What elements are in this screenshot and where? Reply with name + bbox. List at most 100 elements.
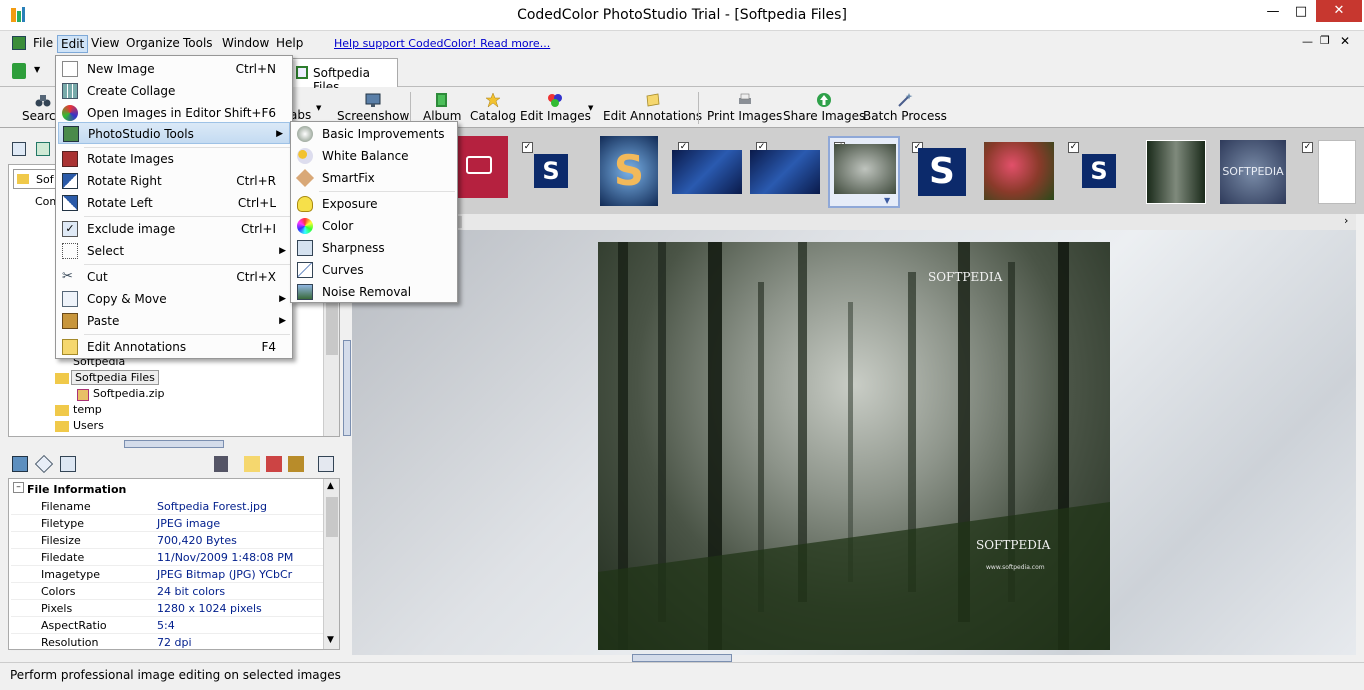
menu-item-open-in-editor[interactable]: Open Images in Editor Shift+F6 <box>56 102 292 124</box>
menu-item-label: Paste <box>87 314 120 328</box>
submenu-item-sharpness[interactable]: Sharpness <box>291 237 457 259</box>
tab-softpedia-files[interactable]: Softpedia Files <box>290 58 398 94</box>
chevron-up-icon[interactable]: ▲ <box>327 481 334 491</box>
minimize-button[interactable]: — <box>1258 0 1288 24</box>
menu-item-cut[interactable]: ✂ Cut Ctrl+X <box>56 266 292 288</box>
menu-item-select[interactable]: Select ▶ <box>56 240 292 262</box>
menu-item-photostudio-tools[interactable]: PhotoStudio Tools ▶ <box>58 122 290 144</box>
catalog-button[interactable]: Catalog <box>470 92 516 123</box>
tag-icon[interactable] <box>34 454 54 474</box>
thumbnail[interactable] <box>750 150 820 194</box>
collapse-icon[interactable]: – <box>13 482 24 493</box>
thumbnail[interactable]: S <box>1082 154 1116 188</box>
edit-tag-icon[interactable] <box>266 456 282 472</box>
batch-process-button[interactable]: Batch Process <box>863 92 947 123</box>
mdi-minimize-button[interactable]: — <box>1302 35 1313 48</box>
tree-item-temp[interactable]: temp <box>73 403 102 416</box>
thumbnail[interactable]: S <box>534 154 568 188</box>
pane-splitter[interactable] <box>124 440 224 448</box>
menu-file[interactable]: File <box>30 35 56 51</box>
thumbnail[interactable] <box>984 142 1054 200</box>
submenu-item-curves[interactable]: Curves <box>291 259 457 281</box>
forest-photo[interactable]: SOFTPEDIA SOFTPEDIA www.softpedia.com <box>598 242 1110 650</box>
menu-item-paste[interactable]: Paste ▶ <box>56 310 292 332</box>
image-info-icon[interactable] <box>12 456 28 472</box>
new-button[interactable] <box>12 63 26 79</box>
file-info-header[interactable]: – File Information <box>11 481 323 498</box>
support-link[interactable]: Help support CodedColor! Read more... <box>334 37 550 50</box>
chevron-down-icon[interactable]: ▼ <box>884 196 890 205</box>
close-button[interactable]: ✕ <box>1316 0 1362 22</box>
thumb-checkbox[interactable]: ✓ <box>1302 142 1313 153</box>
thumbnail[interactable] <box>1146 140 1206 204</box>
chevron-right-icon[interactable]: › <box>1344 214 1348 227</box>
chevron-down-icon[interactable]: ▼ <box>34 65 40 74</box>
tree-item-softpedia-zip[interactable]: Softpedia.zip <box>93 387 165 400</box>
add-folder-icon[interactable] <box>36 142 50 156</box>
thumb-checkbox[interactable]: ✓ <box>1068 142 1079 153</box>
submenu-item-smartfix[interactable]: SmartFix <box>291 167 457 189</box>
mdi-close-button[interactable]: ✕ <box>1340 34 1350 48</box>
thumb-checkbox[interactable]: ✓ <box>522 142 533 153</box>
menu-view[interactable]: View <box>88 35 122 51</box>
screenshow-button[interactable]: Screenshow <box>337 92 409 123</box>
thumbnail[interactable]: S <box>600 136 658 206</box>
album-button[interactable]: Album <box>423 92 461 123</box>
mdi-restore-button[interactable]: ❐ <box>1320 34 1330 47</box>
menu-tools[interactable]: Tools <box>180 35 216 51</box>
menu-organize[interactable]: Organize <box>123 35 183 51</box>
scrollbar-thumb[interactable] <box>326 497 338 537</box>
submenu-item-noise-removal[interactable]: Noise Removal <box>291 281 457 303</box>
menu-item-exclude-image[interactable]: ✓ Exclude image Ctrl+I <box>56 218 292 240</box>
list-icon[interactable] <box>318 456 334 472</box>
thumbnail[interactable]: S <box>918 148 966 196</box>
thumbnail-document[interactable] <box>1318 140 1356 204</box>
collapse-handle[interactable] <box>343 340 351 436</box>
folder-dropdown[interactable]: Sof <box>13 169 57 189</box>
chevron-down-icon[interactable]: ▼ <box>316 104 321 112</box>
book-icon[interactable] <box>214 456 228 472</box>
submenu-item-basic-improvements[interactable]: Basic Improvements <box>291 123 457 145</box>
tabs-button[interactable]: abs <box>290 108 311 122</box>
properties-icon[interactable] <box>60 456 76 472</box>
tree-item-softpedia-files[interactable]: Softpedia Files <box>71 370 159 385</box>
thumbnail[interactable]: SOFTPEDIA <box>1220 140 1286 204</box>
menu-item-create-collage[interactable]: Create Collage <box>56 80 292 102</box>
submenu-item-exposure[interactable]: Exposure <box>291 193 457 215</box>
share-images-button[interactable]: Share Images <box>783 92 865 123</box>
tree-item-users[interactable]: Users <box>73 419 104 432</box>
menu-item-rotate-right[interactable]: Rotate Right Ctrl+R <box>56 170 292 192</box>
status-bar: Perform professional image editing on se… <box>0 662 1364 690</box>
menu-help[interactable]: Help <box>273 35 306 51</box>
menu-item-rotate-images[interactable]: Rotate Images <box>56 148 292 170</box>
menu-item-new-image[interactable]: New Image Ctrl+N <box>56 58 292 80</box>
info-value: 5:4 <box>157 619 175 632</box>
thumbnail[interactable] <box>452 136 508 198</box>
info-row: Filetype JPEG image <box>11 515 323 532</box>
print-images-button[interactable]: Print Images <box>707 92 782 123</box>
photostudio-tools-submenu: Basic Improvements White Balance SmartFi… <box>290 121 458 303</box>
menu-window[interactable]: Window <box>219 35 272 51</box>
submenu-item-color[interactable]: Color <box>291 215 457 237</box>
info-row: Imagetype JPEG Bitmap (JPG) YCbCr <box>11 566 323 583</box>
chevron-down-icon[interactable]: ▼ <box>588 104 593 112</box>
menu-edit[interactable]: Edit <box>57 35 89 53</box>
rotate-images-icon <box>62 151 78 167</box>
maximize-button[interactable]: □ <box>1286 0 1316 24</box>
selected-thumbnail[interactable]: ✓ ▼ <box>828 136 900 208</box>
submenu-item-white-balance[interactable]: White Balance <box>291 145 457 167</box>
doc-icon[interactable] <box>12 36 26 50</box>
menu-item-edit-annotations[interactable]: Edit Annotations F4 <box>56 336 292 358</box>
menu-item-rotate-left[interactable]: Rotate Left Ctrl+L <box>56 192 292 214</box>
edit-images-button[interactable]: Edit Images <box>520 92 591 123</box>
strip-scrollbar[interactable]: › <box>352 214 1356 230</box>
edit-annotations-button[interactable]: Edit Annotations <box>603 92 702 123</box>
viewer-splitter[interactable] <box>632 654 732 662</box>
chevron-down-icon[interactable]: ▼ <box>327 635 334 645</box>
menu-item-copy-move[interactable]: Copy & Move ▶ <box>56 288 292 310</box>
note-icon[interactable] <box>244 456 260 472</box>
info-scrollbar[interactable]: ▲ ▼ <box>323 479 339 649</box>
thumbnail[interactable] <box>672 150 742 194</box>
tree-view-icon[interactable] <box>12 142 26 156</box>
edit-image-icon[interactable] <box>288 456 304 472</box>
